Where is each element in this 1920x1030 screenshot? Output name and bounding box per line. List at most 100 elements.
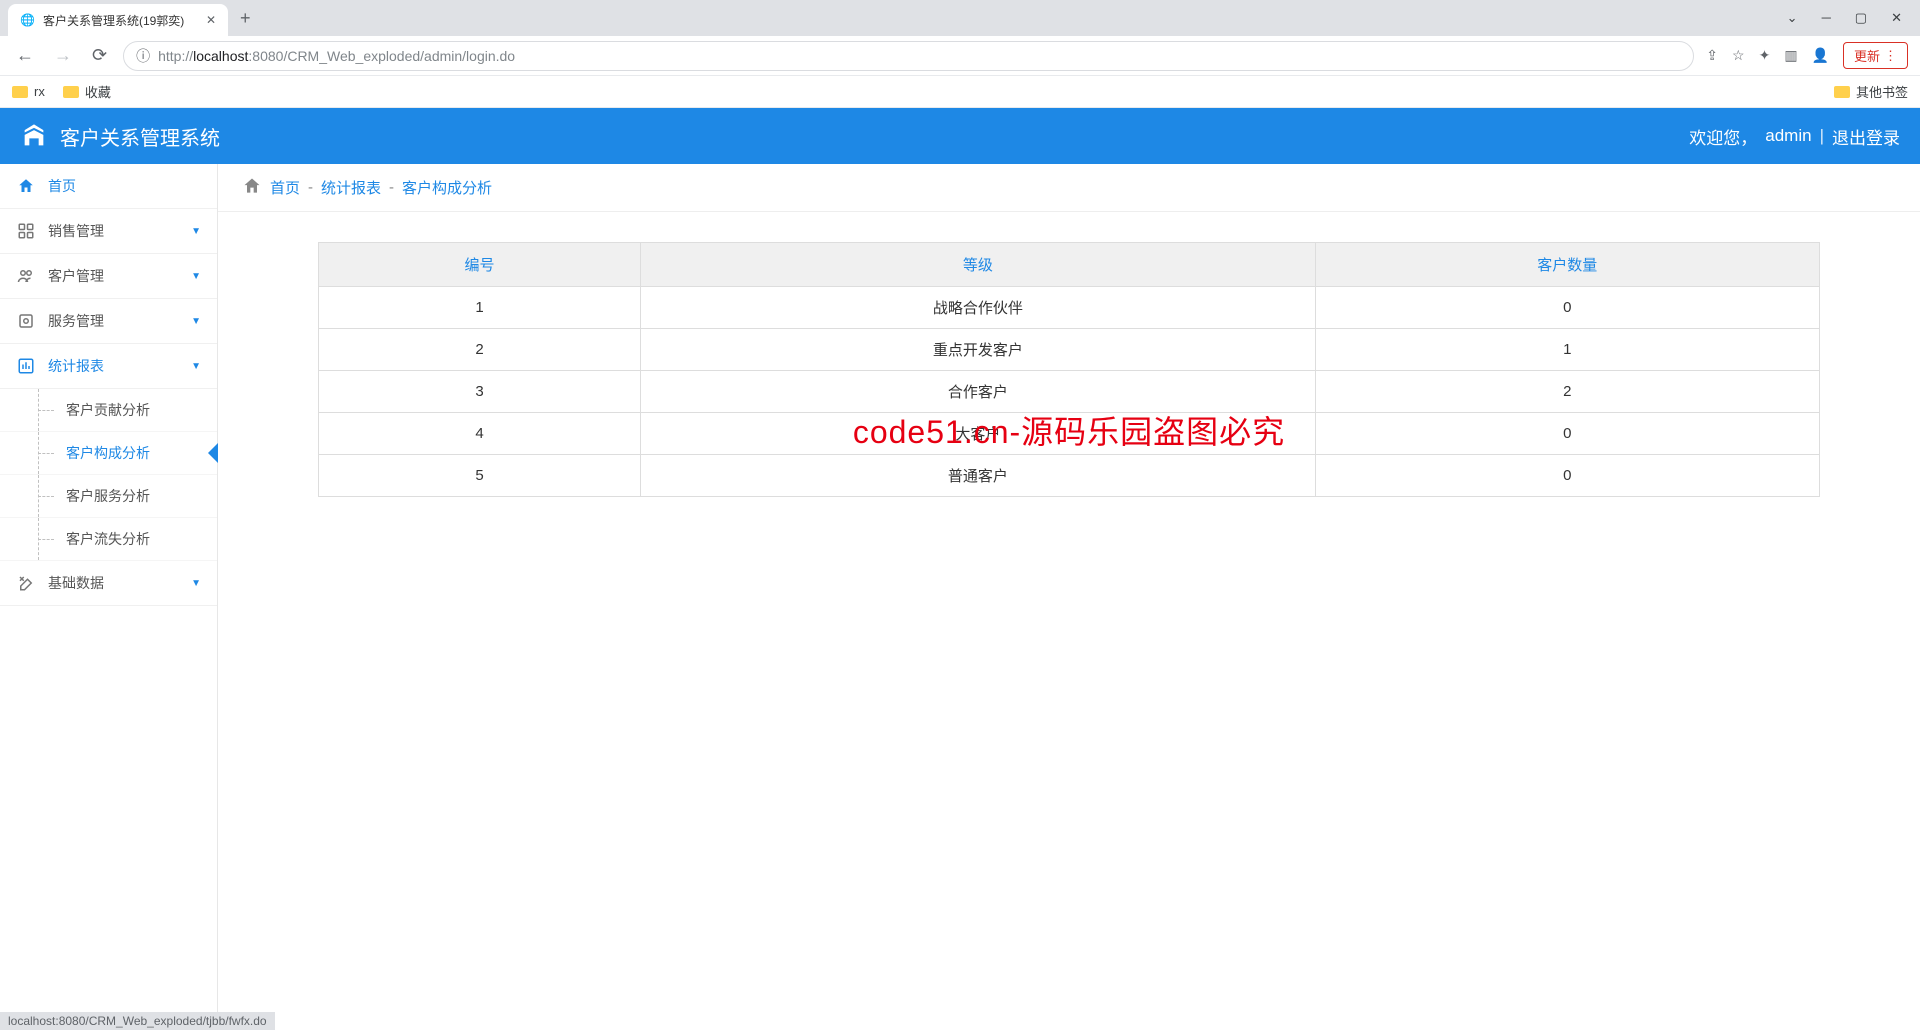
back-button[interactable]: ← xyxy=(12,41,38,70)
sidebar-item-reports[interactable]: 统计报表 ▼ xyxy=(0,344,217,389)
submenu-service-analysis[interactable]: 客户服务分析 xyxy=(0,475,217,518)
submenu-churn[interactable]: 客户流失分析 xyxy=(0,518,217,561)
home-icon xyxy=(16,177,36,195)
minimize-icon[interactable]: ─ xyxy=(1822,10,1831,26)
window-controls: ⌄ ─ ▢ ✕ xyxy=(1787,10,1920,26)
logo-icon xyxy=(20,122,48,150)
sidebar-item-label: 首页 xyxy=(48,176,76,196)
submenu-reports: 客户贡献分析 客户构成分析 客户服务分析 客户流失分析 xyxy=(0,389,217,561)
sidebar-item-label: 服务管理 xyxy=(48,311,104,331)
breadcrumb-reports[interactable]: 统计报表 xyxy=(321,177,381,198)
col-level: 等级 xyxy=(641,243,1316,287)
chevron-down-icon: ▼ xyxy=(191,271,201,282)
close-window-icon[interactable]: ✕ xyxy=(1891,10,1902,26)
table-cell: 1 xyxy=(319,287,641,329)
tab-bar: 🌐 客户关系管理系统(19郭奕) ✕ + ⌄ ─ ▢ ✕ xyxy=(0,0,1920,36)
table-cell: 普通客户 xyxy=(641,455,1316,497)
users-icon xyxy=(16,267,36,285)
content-area: 首页 - 统计报表 - 客户构成分析 编号 等级 客户数量 1战略合作伙伴02重… xyxy=(218,164,1920,1030)
table-cell: 0 xyxy=(1315,287,1819,329)
table-cell: 4 xyxy=(319,413,641,455)
table-cell: 0 xyxy=(1315,413,1819,455)
url-bar[interactable]: ⓘ http://localhost:8080/CRM_Web_exploded… xyxy=(123,41,1694,71)
app-header: 客户关系管理系统 欢迎您， admin | 退出登录 xyxy=(0,108,1920,164)
sidebar-item-customers[interactable]: 客户管理 ▼ xyxy=(0,254,217,299)
separator: - xyxy=(308,179,313,196)
reload-button[interactable]: ⟳ xyxy=(88,41,111,70)
table-cell: 1 xyxy=(1315,329,1819,371)
sidebar-item-label: 统计报表 xyxy=(48,356,104,376)
table-header-row: 编号 等级 客户数量 xyxy=(319,243,1820,287)
chart-icon xyxy=(16,357,36,375)
username-link[interactable]: admin xyxy=(1765,126,1811,146)
welcome-text: 欢迎您， xyxy=(1689,124,1757,149)
chevron-down-icon: ▼ xyxy=(191,361,201,372)
table-cell: 重点开发客户 xyxy=(641,329,1316,371)
home-icon xyxy=(242,176,262,200)
table-cell: 2 xyxy=(319,329,641,371)
table-cell: 3 xyxy=(319,371,641,413)
submenu-contribution[interactable]: 客户贡献分析 xyxy=(0,389,217,432)
grid-icon xyxy=(16,222,36,240)
col-count: 客户数量 xyxy=(1315,243,1819,287)
service-icon xyxy=(16,312,36,330)
sidebar-item-basedata[interactable]: 基础数据 ▼ xyxy=(0,561,217,606)
divider: | xyxy=(1820,126,1824,146)
folder-icon xyxy=(1834,86,1850,98)
nav-actions: ⇪ ☆ ✦ ▥ 👤 更新⋮ xyxy=(1706,42,1908,69)
tab-title: 客户关系管理系统(19郭奕) xyxy=(43,12,184,29)
site-info-icon[interactable]: ⓘ xyxy=(136,46,150,66)
chevron-down-icon: ▼ xyxy=(191,316,201,327)
chevron-down-icon[interactable]: ⌄ xyxy=(1787,10,1798,26)
app-title: 客户关系管理系统 xyxy=(60,122,220,151)
maximize-icon[interactable]: ▢ xyxy=(1855,10,1867,26)
breadcrumb-current[interactable]: 客户构成分析 xyxy=(402,177,492,198)
table-container: 编号 等级 客户数量 1战略合作伙伴02重点开发客户13合作客户24大客户05普… xyxy=(218,212,1920,527)
chevron-down-icon: ▼ xyxy=(191,226,201,237)
sidebar: 首页 销售管理 ▼ 客户管理 ▼ 服务管理 ▼ 统计报表 ▼ 客户贡献分析 客户… xyxy=(0,164,218,1030)
submenu-composition[interactable]: 客户构成分析 xyxy=(0,432,217,475)
close-tab-icon[interactable]: ✕ xyxy=(206,13,216,27)
table-row: 5普通客户0 xyxy=(319,455,1820,497)
logout-link[interactable]: 退出登录 xyxy=(1832,124,1900,149)
star-icon[interactable]: ☆ xyxy=(1732,47,1745,64)
separator: - xyxy=(389,179,394,196)
app-body: 首页 销售管理 ▼ 客户管理 ▼ 服务管理 ▼ 统计报表 ▼ 客户贡献分析 客户… xyxy=(0,164,1920,1030)
nav-bar: ← → ⟳ ⓘ http://localhost:8080/CRM_Web_ex… xyxy=(0,36,1920,76)
forward-button[interactable]: → xyxy=(50,41,76,70)
header-right: 欢迎您， admin | 退出登录 xyxy=(1689,124,1900,149)
share-icon[interactable]: ⇪ xyxy=(1706,47,1718,64)
chevron-down-icon: ▼ xyxy=(191,578,201,589)
sidebar-item-service[interactable]: 服务管理 ▼ xyxy=(0,299,217,344)
table-row: 3合作客户2 xyxy=(319,371,1820,413)
sidebar-item-sales[interactable]: 销售管理 ▼ xyxy=(0,209,217,254)
update-button[interactable]: 更新⋮ xyxy=(1843,42,1908,69)
table-cell: 合作客户 xyxy=(641,371,1316,413)
sidebar-item-label: 客户管理 xyxy=(48,266,104,286)
table-row: 2重点开发客户1 xyxy=(319,329,1820,371)
profile-icon[interactable]: 👤 xyxy=(1812,47,1829,64)
url-text: http://localhost:8080/CRM_Web_exploded/a… xyxy=(158,48,515,64)
app-logo: 客户关系管理系统 xyxy=(20,122,220,151)
browser-chrome: 🌐 客户关系管理系统(19郭奕) ✕ + ⌄ ─ ▢ ✕ ← → ⟳ ⓘ htt… xyxy=(0,0,1920,108)
browser-tab[interactable]: 🌐 客户关系管理系统(19郭奕) ✕ xyxy=(8,4,228,36)
sidebar-item-home[interactable]: 首页 xyxy=(0,164,217,209)
reading-list-icon[interactable]: ▥ xyxy=(1784,47,1797,64)
breadcrumb-home[interactable]: 首页 xyxy=(270,177,300,198)
bookmarks-bar: rx 收藏 其他书签 xyxy=(0,76,1920,108)
extensions-icon[interactable]: ✦ xyxy=(1759,47,1771,64)
globe-icon: 🌐 xyxy=(20,13,35,27)
table-cell: 2 xyxy=(1315,371,1819,413)
col-id: 编号 xyxy=(319,243,641,287)
folder-icon xyxy=(12,86,28,98)
table-cell: 战略合作伙伴 xyxy=(641,287,1316,329)
bookmark-rx[interactable]: rx xyxy=(12,84,45,99)
new-tab-button[interactable]: + xyxy=(228,8,263,29)
other-bookmarks[interactable]: 其他书签 xyxy=(1834,82,1908,101)
customer-composition-table: 编号 等级 客户数量 1战略合作伙伴02重点开发客户13合作客户24大客户05普… xyxy=(318,242,1820,497)
table-cell: 0 xyxy=(1315,455,1819,497)
tools-icon xyxy=(16,574,36,592)
bookmark-favorites[interactable]: 收藏 xyxy=(63,82,111,101)
table-row: 4大客户0 xyxy=(319,413,1820,455)
browser-status-bar: localhost:8080/CRM_Web_exploded/tjbb/fwf… xyxy=(0,1012,275,1030)
